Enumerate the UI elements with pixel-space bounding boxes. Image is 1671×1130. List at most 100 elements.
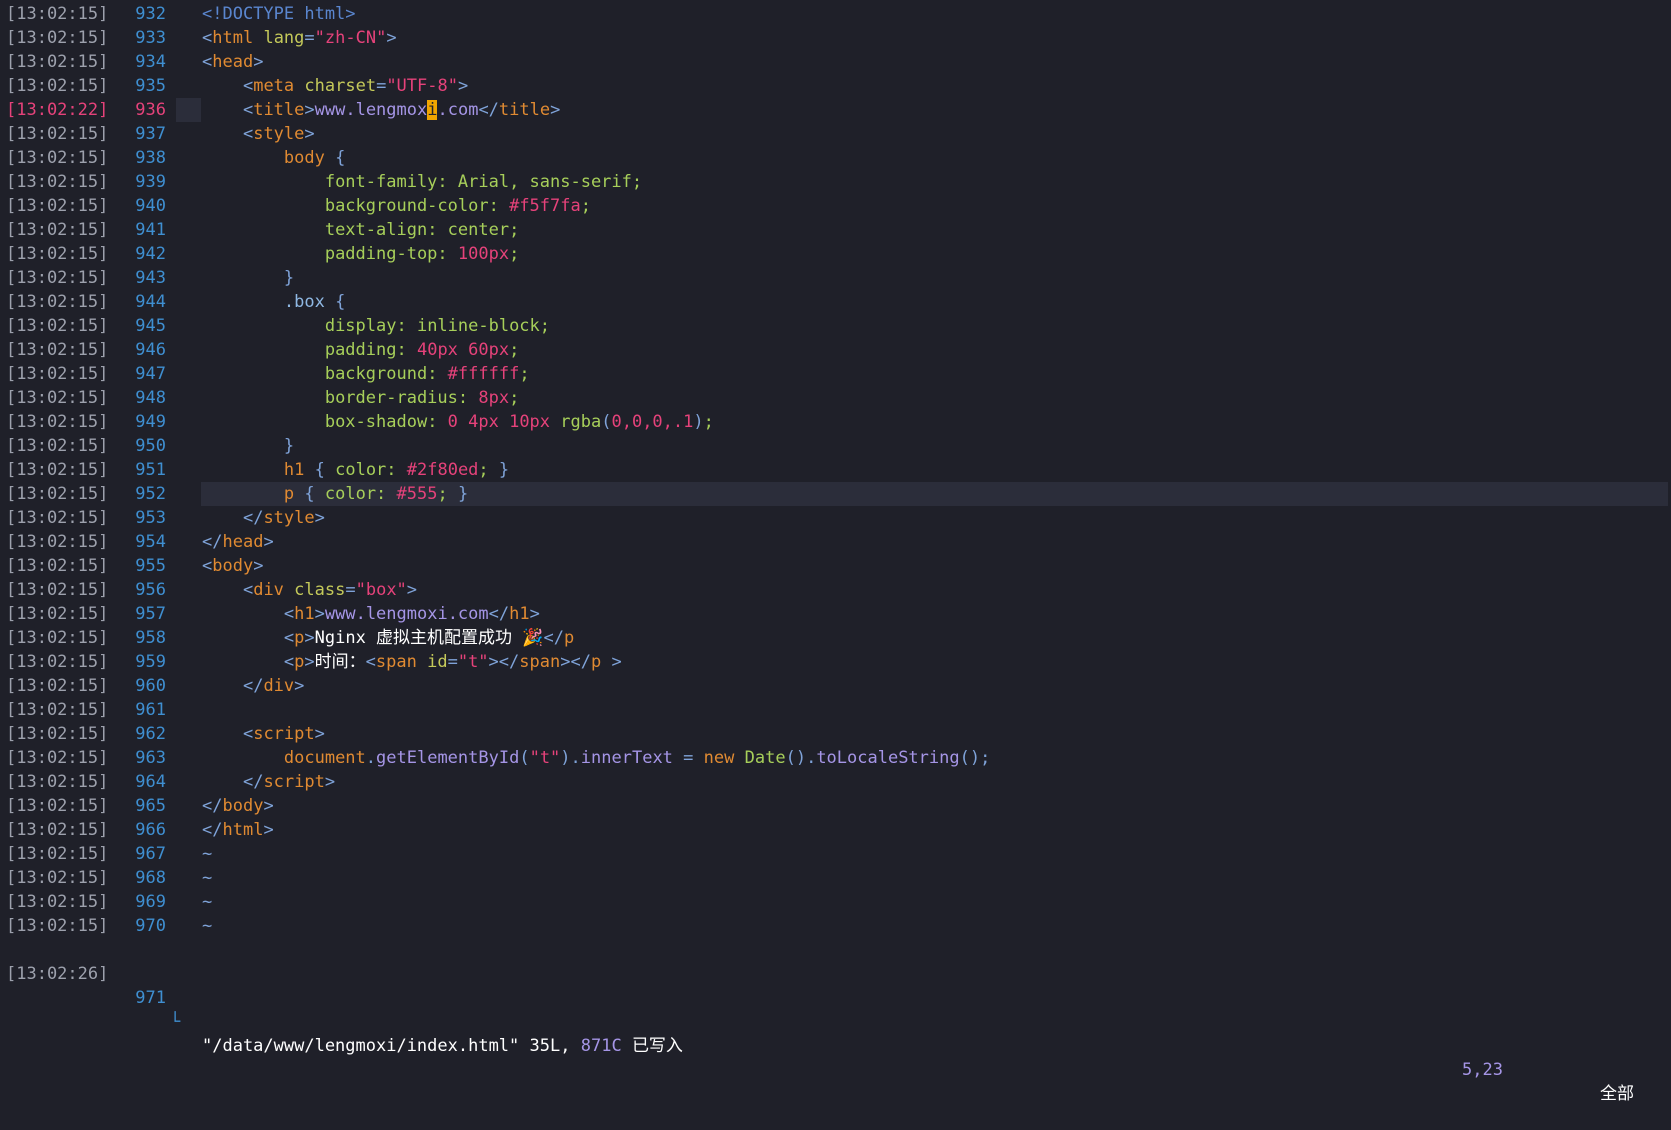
line-number: 943 <box>135 268 166 288</box>
editor-line[interactable]: [13:02:15] 949 box-shadow: 0 4px 10px rgb… <box>0 410 1671 434</box>
editor-line[interactable]: [13:02:15] 951 h1 { color: #2f80ed; } <box>0 458 1671 482</box>
editor-line[interactable]: [13:02:15] 968 ~ <box>0 866 1671 890</box>
line-number: 941 <box>135 220 166 240</box>
editor-line[interactable]: [13:02:15] 938 body { <box>0 146 1671 170</box>
line-code[interactable]: <div class="box"> <box>202 578 1671 602</box>
code-token: < <box>283 604 295 624</box>
line-code[interactable]: ~ <box>202 914 1671 938</box>
editor-line[interactable]: [13:02:15] 959 <p>时间：<span id="t"></span>… <box>0 650 1671 674</box>
line-code[interactable]: h1 { color: #2f80ed; } <box>202 458 1671 482</box>
line-timestamp: [13:02:15] <box>6 292 109 312</box>
editor-line[interactable]: [13:02:15] 932 <!DOCTYPE html> <box>0 2 1671 26</box>
editor-line[interactable]: [13:02:15] 961 <box>0 698 1671 722</box>
line-code[interactable]: background: #ffffff; <box>202 362 1671 386</box>
editor-line[interactable]: [13:02:15] 942 padding-top: 100px; <box>0 242 1671 266</box>
code-token: background <box>324 364 428 384</box>
code-token: id <box>427 652 448 672</box>
line-code[interactable]: <style> <box>202 122 1671 146</box>
editor-line[interactable]: [13:02:15] 966 </html> <box>0 818 1671 842</box>
line-number: 947 <box>135 364 166 384</box>
editor-line[interactable]: [13:02:15] 952 p { color: #555; } <box>0 482 1671 506</box>
editor-line[interactable]: [13:02:15] 934 <head> <box>0 50 1671 74</box>
line-code[interactable]: <meta charset="UTF-8"> <box>202 74 1671 98</box>
line-code[interactable]: <p>Nginx 虚拟主机配置成功 🎉</p <box>202 626 1671 650</box>
editor-line[interactable]: [13:02:15] 935 <meta charset="UTF-8"> <box>0 74 1671 98</box>
editor-line[interactable]: [13:02:15] 937 <style> <box>0 122 1671 146</box>
editor-line[interactable]: [13:02:15] 954 </head> <box>0 530 1671 554</box>
editor-line[interactable]: [13:02:15] 970 ~ <box>0 914 1671 938</box>
line-code[interactable]: padding: 40px 60px; <box>202 338 1671 362</box>
line-code[interactable]: text-align: center; <box>202 218 1671 242</box>
line-code[interactable]: <p>时间：<span id="t"></span></p > <box>202 650 1671 674</box>
scroll-indicator: 全部 <box>1600 1084 1634 1104</box>
editor-line[interactable]: [13:02:15] 933 <html lang="zh-CN"> <box>0 26 1671 50</box>
line-timestamp: [13:02:15] <box>6 316 109 336</box>
terminal-window[interactable]: [13:02:15] 932 <!DOCTYPE html> [13:02:15] 93… <box>0 0 1671 1104</box>
line-code[interactable]: ~ <box>202 890 1671 914</box>
code-token: font-family <box>324 172 438 192</box>
line-code[interactable]: <script> <box>202 722 1671 746</box>
line-code[interactable]: } <box>202 266 1671 290</box>
editor-line[interactable]: [13:02:15] 967 ~ <box>0 842 1671 866</box>
line-code[interactable]: <html lang="zh-CN"> <box>202 26 1671 50</box>
line-code[interactable]: display: inline-block; <box>202 314 1671 338</box>
code-token: = <box>683 748 694 768</box>
editor-line[interactable]: [13:02:15] 964 </script> <box>0 770 1671 794</box>
line-code[interactable]: <head> <box>202 50 1671 74</box>
line-code[interactable]: padding-top: 100px; <box>202 242 1671 266</box>
code-token: getElementById <box>376 748 520 768</box>
editor-line[interactable]: [13:02:15] 946 padding: 40px 60px; <box>0 338 1671 362</box>
line-code[interactable]: box-shadow: 0 4px 10px rgba(0,0,0,.1); <box>202 410 1671 434</box>
editor-line[interactable]: [13:02:15] 958 <p>Nginx 虚拟主机配置成功 🎉</p <box>0 626 1671 650</box>
line-code[interactable]: p { color: #555; } <box>202 482 1671 506</box>
code-token: span <box>519 652 561 672</box>
line-code[interactable]: font-family: Arial, sans-serif; <box>202 170 1671 194</box>
editor-line[interactable]: [13:02:15] 962 <script> <box>0 722 1671 746</box>
editor-line[interactable]: [13:02:15] 950 } <box>0 434 1671 458</box>
editor-line[interactable]: [13:02:15] 941 text-align: center; <box>0 218 1671 242</box>
editor-line[interactable]: [13:02:15] 947 background: #ffffff; <box>0 362 1671 386</box>
line-timestamp: [13:02:15] <box>6 532 109 552</box>
editor-line[interactable]: [13:02:15] 943 } <box>0 266 1671 290</box>
line-code[interactable]: <body> <box>202 554 1671 578</box>
editor-line[interactable]: [13:02:15] 945 display: inline-block; <box>0 314 1671 338</box>
line-code[interactable]: </html> <box>202 818 1671 842</box>
line-code[interactable]: </head> <box>202 530 1671 554</box>
line-code[interactable]: </style> <box>202 506 1671 530</box>
line-code[interactable]: document.getElementById("t").innerText =… <box>202 746 1671 770</box>
line-code[interactable]: <!DOCTYPE html> <box>202 2 1671 26</box>
editor-line[interactable]: [13:02:15] 960 </div> <box>0 674 1671 698</box>
editor-line[interactable]: [13:02:15] 969 ~ <box>0 890 1671 914</box>
line-code[interactable]: </div> <box>202 674 1671 698</box>
line-code[interactable]: </body> <box>202 794 1671 818</box>
editor-line[interactable]: [13:02:22] 936 <title>www.lengmoxi.com</t… <box>0 98 1671 122</box>
line-code[interactable]: body { <box>202 146 1671 170</box>
line-code[interactable]: ~ <box>202 842 1671 866</box>
code-token: < <box>242 580 254 600</box>
line-code[interactable]: border-radius: 8px; <box>202 386 1671 410</box>
editor-line[interactable]: [13:02:15] 957 <h1>www.lengmoxi.com</h1> <box>0 602 1671 626</box>
editor-line[interactable]: [13:02:15] 953 </style> <box>0 506 1671 530</box>
code-token: div <box>263 676 295 696</box>
line-code[interactable]: <title>www.lengmoxi.com</title> <box>202 98 1671 122</box>
editor-line[interactable]: [13:02:15] 948 border-radius: 8px; <box>0 386 1671 410</box>
line-code[interactable]: <h1>www.lengmoxi.com</h1> <box>202 602 1671 626</box>
editor-line[interactable]: [13:02:15] 944 .box { <box>0 290 1671 314</box>
line-code[interactable]: ~ <box>202 866 1671 890</box>
editor-line[interactable]: [13:02:15] 939 font-family: Arial, sans-s… <box>0 170 1671 194</box>
line-code[interactable]: .box { <box>202 290 1671 314</box>
line-code[interactable]: </script> <box>202 770 1671 794</box>
editor-line[interactable]: [13:02:15] 965 </body> <box>0 794 1671 818</box>
editor-line[interactable]: [13:02:15] 956 <div class="box"> <box>0 578 1671 602</box>
editor-line[interactable]: [13:02:15] 940 background-color: #f5f7fa; <box>0 194 1671 218</box>
editor-line[interactable]: [13:02:15] 955 <body> <box>0 554 1671 578</box>
line-code[interactable]: background-color: #f5f7fa; <box>202 194 1671 218</box>
line-code[interactable]: } <box>202 434 1671 458</box>
editor-line[interactable]: [13:02:15] 963 document.getElementById("t… <box>0 746 1671 770</box>
